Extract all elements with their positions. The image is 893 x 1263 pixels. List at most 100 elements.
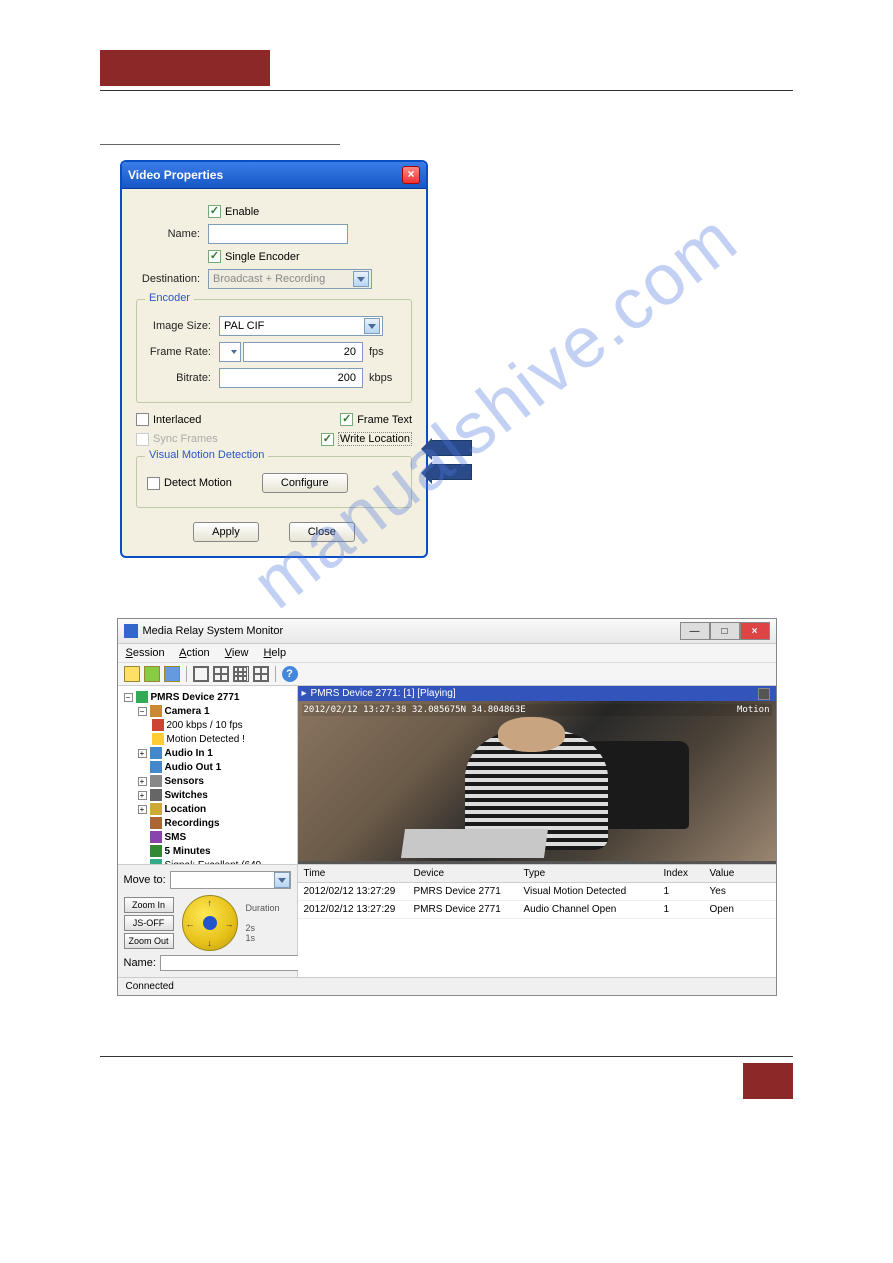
bitrate-label: Bitrate: (147, 372, 219, 384)
joystick-control[interactable]: ↑ ↓ ← → (182, 895, 238, 951)
footer-red-block (743, 1063, 793, 1099)
col-type[interactable]: Type (518, 865, 658, 882)
tree-audio-out[interactable]: Audio Out 1 (165, 762, 222, 773)
tree-recordings[interactable]: Recordings (165, 818, 220, 829)
name-label: Name: (136, 228, 208, 240)
save-icon[interactable] (164, 666, 180, 682)
expand-icon[interactable]: − (138, 707, 147, 716)
toolbar-sep (275, 666, 276, 682)
key-icon[interactable] (124, 666, 140, 682)
audio-in-icon (150, 747, 162, 759)
video-frame[interactable] (298, 701, 776, 861)
expand-icon[interactable]: + (138, 749, 147, 758)
frame-rate-input[interactable] (243, 342, 363, 362)
sync-frames-checkbox (136, 433, 149, 446)
dialog-title: Video Properties (128, 168, 223, 182)
tree-motion[interactable]: Motion Detected ! (167, 734, 245, 745)
interlaced-checkbox[interactable] (136, 413, 149, 426)
header-red-block (100, 50, 270, 86)
moveto-select[interactable] (170, 871, 291, 889)
kbps-unit: kbps (369, 372, 392, 384)
app-icon (124, 624, 138, 638)
expand-icon[interactable]: + (138, 777, 147, 786)
layout-4-icon[interactable] (213, 666, 229, 682)
close-button[interactable]: Close (289, 522, 355, 542)
monitor-title: Media Relay System Monitor (143, 625, 284, 637)
expand-icon[interactable]: + (138, 791, 147, 800)
chevron-down-icon[interactable] (364, 318, 380, 334)
single-encoder-checkbox[interactable] (208, 250, 221, 263)
expand-icon[interactable]: − (124, 693, 133, 702)
col-time[interactable]: Time (298, 865, 408, 882)
enable-label: Enable (225, 206, 259, 218)
interlaced-label: Interlaced (153, 414, 201, 426)
moveto-label: Move to: (124, 874, 166, 886)
chevron-down-icon (353, 271, 369, 287)
device-tree[interactable]: −PMRS Device 2771 −Camera 1 200 kbps / 1… (118, 686, 298, 864)
monitor-window: Media Relay System Monitor — □ × SSessio… (117, 618, 777, 996)
sync-frames-label: Sync Frames (153, 433, 218, 445)
tree-device[interactable]: PMRS Device 2771 (151, 692, 240, 703)
layout-1-icon[interactable] (193, 666, 209, 682)
tree-location[interactable]: Location (165, 804, 207, 815)
frame-rate-preset-select[interactable] (219, 342, 241, 362)
tree-sensors[interactable]: Sensors (165, 776, 204, 787)
menu-view[interactable]: View (225, 647, 249, 659)
write-location-checkbox[interactable] (321, 433, 334, 446)
help-icon[interactable]: ? (282, 666, 298, 682)
tree-rate[interactable]: 200 kbps / 10 fps (167, 720, 243, 731)
menubar: SSessionession Action View Help (118, 644, 776, 663)
dur-2s: 2s (246, 923, 280, 933)
col-index[interactable]: Index (658, 865, 704, 882)
expand-icon[interactable]: + (138, 805, 147, 814)
tree-sms[interactable]: SMS (165, 832, 187, 843)
layout-9-icon[interactable] (233, 666, 249, 682)
chevron-down-icon[interactable] (274, 872, 290, 888)
tree-minutes[interactable]: 5 Minutes (165, 846, 211, 857)
zoom-out-button[interactable]: Zoom Out (124, 933, 174, 949)
video-header: ▸ PMRS Device 2771: [1] [Playing] (298, 686, 776, 701)
tree-audio-in[interactable]: Audio In 1 (165, 748, 213, 759)
menu-session[interactable]: SSessionession (126, 647, 165, 659)
sensor-icon (150, 775, 162, 787)
camera-icon (150, 705, 162, 717)
bulb-icon[interactable] (144, 666, 160, 682)
close-icon[interactable]: × (740, 622, 770, 640)
col-device[interactable]: Device (408, 865, 518, 882)
header-rule (100, 90, 793, 91)
bitrate-input[interactable] (219, 368, 363, 388)
minimize-icon[interactable]: — (680, 622, 710, 640)
name-input[interactable] (208, 224, 348, 244)
tree-switches[interactable]: Switches (165, 790, 208, 801)
arrow-frame-text (430, 440, 472, 456)
zoom-in-button[interactable]: Zoom In (124, 897, 174, 913)
col-value[interactable]: Value (704, 865, 748, 882)
dialog-titlebar: Video Properties × (122, 162, 426, 189)
menu-action[interactable]: Action (179, 647, 210, 659)
close-icon[interactable]: × (402, 166, 420, 184)
monitor-titlebar: Media Relay System Monitor — □ × (118, 619, 776, 644)
tree-camera[interactable]: Camera 1 (165, 706, 210, 717)
joystick-center[interactable] (203, 916, 217, 930)
enable-checkbox[interactable] (208, 205, 221, 218)
frame-text-label: Frame Text (357, 414, 412, 426)
table-row[interactable]: 2012/02/12 13:27:29 PMRS Device 2771 Vis… (298, 883, 776, 901)
menu-help[interactable]: Help (263, 647, 286, 659)
fps-unit: fps (369, 346, 384, 358)
configure-button[interactable]: Configure (262, 473, 348, 493)
toolbar: ? (118, 663, 776, 686)
table-row[interactable]: 2012/02/12 13:27:29 PMRS Device 2771 Aud… (298, 901, 776, 919)
layout-alt-icon[interactable] (253, 666, 269, 682)
frame-text-checkbox[interactable] (340, 413, 353, 426)
maximize-icon[interactable]: □ (710, 622, 740, 640)
tree-signal[interactable]: Signal: Excellent (649 (165, 860, 262, 865)
apply-button[interactable]: Apply (193, 522, 259, 542)
disk-icon[interactable] (758, 688, 770, 700)
js-off-button[interactable]: JS-OFF (124, 915, 174, 931)
detect-motion-checkbox[interactable] (147, 477, 160, 490)
recording-icon (150, 817, 162, 829)
image-size-select[interactable]: PAL CIF (219, 316, 383, 336)
footer-rule (100, 1056, 793, 1057)
motion-icon (152, 733, 164, 745)
detect-motion-label: Detect Motion (164, 477, 232, 489)
